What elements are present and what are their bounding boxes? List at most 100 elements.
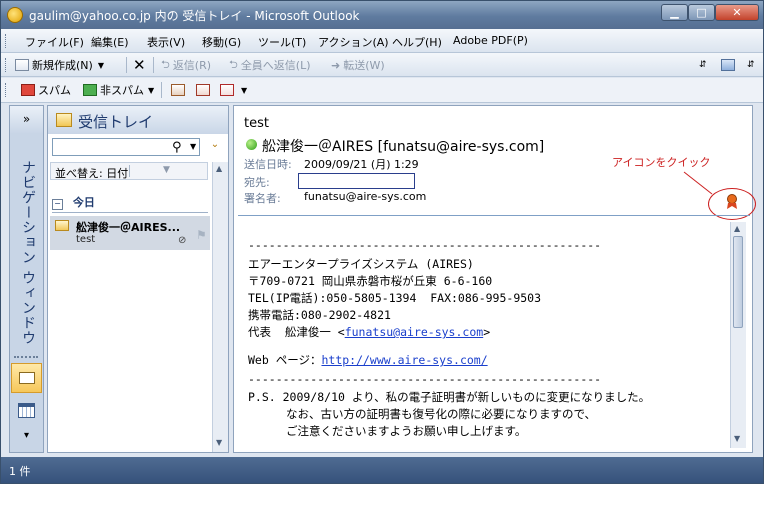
minimize-button[interactable]: ▁ <box>661 4 688 21</box>
outlook-app-icon[interactable] <box>7 7 23 23</box>
message-list-scrollbar[interactable]: ▲ ▼ <box>212 162 228 452</box>
sort-label[interactable]: 並べ替え: 日付 <box>55 165 128 181</box>
menu-edit[interactable]: 編集(E) <box>91 34 129 50</box>
not-spam-icon <box>83 84 97 96</box>
scroll-thumb[interactable] <box>733 236 743 328</box>
sort-order-arrow-icon[interactable]: ▼ <box>163 165 170 175</box>
scroll-down-icon[interactable]: ▼ <box>216 438 222 447</box>
menu-help[interactable]: ヘルプ(H) <box>392 34 442 50</box>
email-link[interactable]: funatsu@aire-sys.com <box>345 325 483 339</box>
inbox-title: 受信トレイ <box>78 113 154 131</box>
spam-button-label: スパム <box>38 84 71 97</box>
sign-glyph <box>196 84 210 96</box>
menu-adobe-pdf[interactable]: Adobe PDF(P) <box>453 34 528 47</box>
not-spam-button-label: 非スパム <box>100 84 144 97</box>
scroll-down-icon[interactable]: ▼ <box>734 434 740 443</box>
expand-navigation-button[interactable]: » <box>10 106 43 133</box>
forward-icon: ➜ <box>331 58 341 72</box>
menu-go[interactable]: 移動(G) <box>202 34 241 50</box>
body-ps-line1: P.S. 2009/8/10 より、私の電子証明書が新しいものに変更になりました… <box>248 390 651 404</box>
delete-icon[interactable]: ✕ <box>133 56 146 74</box>
forward-button[interactable]: ➜ 転送(W) <box>331 57 385 73</box>
outlook-window: gaulim@yahoo.co.jp 内の 受信トレイ - Microsoft … <box>0 0 764 484</box>
forward-button-label: 転送(W) <box>343 59 385 72</box>
toolbar-separator <box>153 57 154 73</box>
sort-bar[interactable]: 並べ替え: 日付 ▼ <box>50 162 208 180</box>
reply-all-icon: ⮌ <box>229 57 238 71</box>
certificate-mail-icon[interactable] <box>220 82 234 98</box>
spam-grip[interactable] <box>5 83 9 97</box>
close-button[interactable]: ✕ <box>715 4 759 21</box>
inbox-folder-icon <box>56 113 72 127</box>
standard-toolbar: 新規作成(N) ▼ ✕ ⮌ 返信(R) ⮌ 全員へ返信(L) ➜ 転送(W) ⇵… <box>1 53 763 77</box>
flag-icon[interactable]: ⚑ <box>196 228 207 242</box>
web-link[interactable]: http://www.aire-sys.com/ <box>321 353 487 367</box>
scroll-up-icon[interactable]: ▲ <box>734 224 740 233</box>
collapse-group-icon[interactable]: − <box>52 199 63 210</box>
not-spam-button[interactable]: 非スパム <box>83 82 144 98</box>
menu-actions[interactable]: アクション(A) <box>318 34 389 50</box>
body-web: Web ページ：http://www.aire-sys.com/ <box>248 352 488 368</box>
navigation-pane-label[interactable]: ナビゲーション ウィンドウ <box>14 160 38 345</box>
message-row[interactable]: 舩津俊一＠AIRES... test ⊘ ⚑ <box>50 216 210 250</box>
body-rule-bottom: ----------------------------------------… <box>248 372 602 386</box>
body-representative-close: > <box>483 325 491 339</box>
toolbar-separator <box>161 82 162 98</box>
navigation-pane: » ナビゲーション ウィンドウ ▾ <box>9 105 44 453</box>
menu-tools[interactable]: ツール(T) <box>258 34 306 50</box>
menu-view[interactable]: 表示(V) <box>147 34 185 50</box>
body-ps-line2: なお、古い方の証明書も復号化の際に必要になりますので、 <box>286 407 597 421</box>
encrypt-glyph <box>171 84 185 96</box>
expand-query-builder-icon[interactable]: ⌄ <box>206 139 224 155</box>
message-sender: 舩津俊一＠AIRES... <box>76 221 181 234</box>
calendar-nav-button[interactable] <box>11 396 42 426</box>
mail-icon <box>19 372 35 384</box>
reply-button-label: 返信(R) <box>172 59 212 72</box>
reply-button[interactable]: ⮌ 返信(R) <box>161 57 211 73</box>
message-body: ----------------------------------------… <box>248 232 730 452</box>
window-title: gaulim@yahoo.co.jp 内の 受信トレイ - Microsoft … <box>29 9 360 23</box>
message-list-pane: 受信トレイ ⚲ ▼ ⌄ 並べ替え: 日付 ▼ − 今日 舩津俊一＠AIRES..… <box>47 105 229 453</box>
security-options-arrow-icon[interactable]: ▼ <box>241 82 247 98</box>
new-dropdown-arrow-icon[interactable]: ▼ <box>98 61 104 70</box>
encrypt-mail-icon[interactable] <box>171 82 185 98</box>
search-icon[interactable]: ⚲ <box>172 140 182 155</box>
menu-grip[interactable] <box>5 34 9 48</box>
certificate-glyph <box>220 84 234 96</box>
group-header-today[interactable]: − 今日 <box>52 194 208 213</box>
address-book-icon[interactable] <box>721 57 735 73</box>
toolbar-grip[interactable] <box>5 58 9 72</box>
new-button[interactable]: 新規作成(N) ▼ <box>15 57 104 73</box>
reply-all-button-label: 全員へ返信(L) <box>240 59 311 72</box>
calendar-icon <box>18 403 35 418</box>
title-bar[interactable]: gaulim@yahoo.co.jp 内の 受信トレイ - Microsoft … <box>1 1 763 29</box>
reading-pane: test 舩津俊一＠AIRES [funatsu@aire-sys.com] 送… <box>233 105 756 453</box>
scroll-up-icon[interactable]: ▲ <box>216 164 222 173</box>
menu-bar: ファイル(F) 編集(E) 表示(V) 移動(G) ツール(T) アクション(A… <box>1 29 763 53</box>
body-web-label: Web ページ： <box>248 353 322 367</box>
inbox-header: 受信トレイ <box>48 106 228 134</box>
configure-buttons-icon[interactable]: ▾ <box>11 430 42 448</box>
search-dropdown-arrow-icon[interactable]: ▼ <box>190 142 196 151</box>
digital-signature-icon[interactable] <box>726 194 738 210</box>
menu-file[interactable]: ファイル(F) <box>25 34 84 50</box>
address-book-glyph <box>721 59 735 71</box>
group-label: 今日 <box>72 196 95 209</box>
nav-splitter[interactable] <box>14 356 38 358</box>
attachment-icon: ⊘ <box>178 235 187 246</box>
toolbar-overflow-icon[interactable]: ⇵ <box>747 57 755 73</box>
message-subject: test <box>76 234 96 245</box>
sort-divider <box>129 165 130 177</box>
new-mail-icon <box>15 59 29 71</box>
reply-all-button[interactable]: ⮌ 全員へ返信(L) <box>229 57 311 73</box>
body-phone: TEL(IP電話):050-5805-1394 FAX:086-995-9503 <box>248 291 542 305</box>
toolbar-options-icon[interactable]: ⇵ <box>699 57 707 73</box>
spam-button[interactable]: スパム <box>21 82 71 98</box>
spam-options-arrow-icon[interactable]: ▼ <box>148 82 154 98</box>
mail-nav-button[interactable] <box>11 363 42 393</box>
body-address: 〒709-0721 岡山県赤磐市桜が丘東 6-6-160 <box>248 274 493 288</box>
reading-pane-scrollbar[interactable]: ▲ ▼ <box>730 222 746 448</box>
sign-mail-icon[interactable] <box>196 82 210 98</box>
maximize-button[interactable]: □ <box>688 4 715 21</box>
header-separator <box>238 215 750 216</box>
